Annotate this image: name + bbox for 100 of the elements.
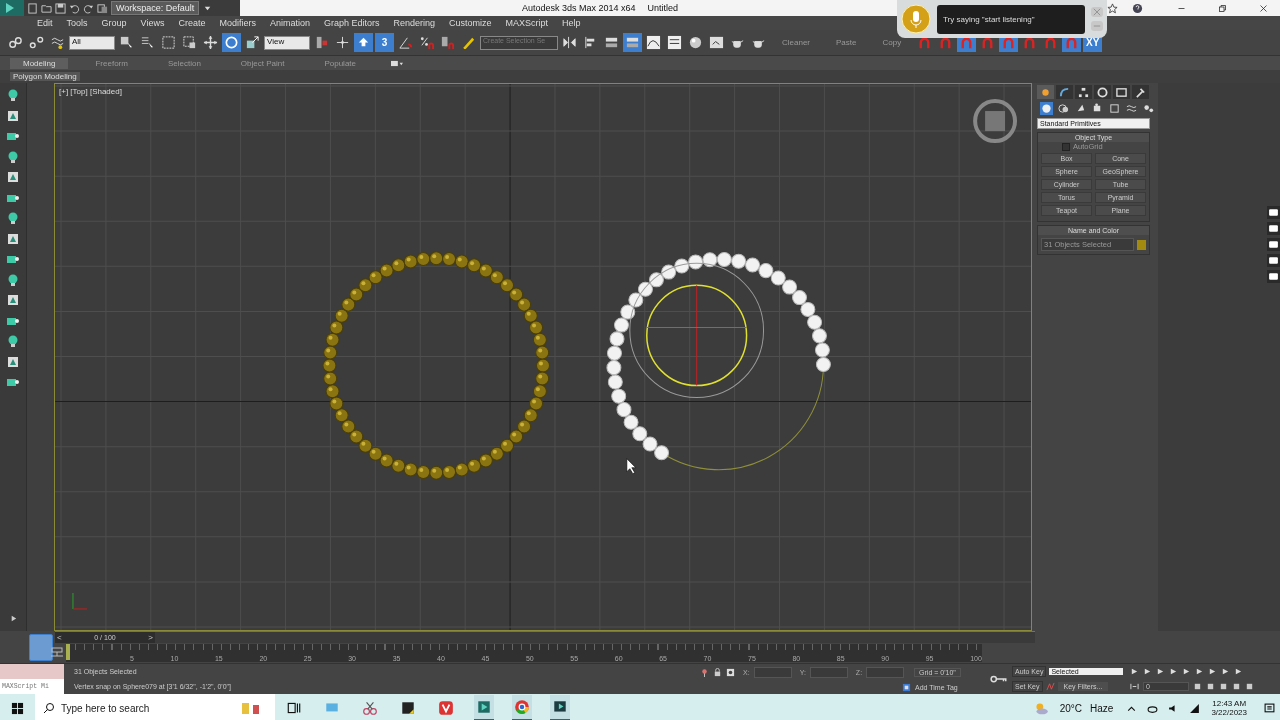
undo-icon[interactable] (69, 2, 80, 14)
restore-icon[interactable] (1218, 3, 1227, 13)
menu-item[interactable]: Create (178, 18, 206, 28)
menu-item[interactable]: Help (562, 18, 581, 28)
percent-snap-icon (419, 35, 434, 50)
next-frame-arrow[interactable]: > (148, 633, 153, 642)
rotate-gizmo-drawing[interactable] (629, 262, 765, 399)
document-title: Untitled (647, 3, 679, 13)
temperature-label[interactable]: 20°C (1059, 702, 1083, 714)
panel-tab[interactable] (1075, 85, 1092, 99)
gears-icon[interactable] (1142, 102, 1155, 115)
hammer-icon (1135, 86, 1146, 98)
menu-item[interactable]: Customize (449, 18, 492, 28)
pencil-icon (461, 35, 476, 50)
ribbon-tab[interactable]: Modeling (10, 57, 69, 69)
menu-item[interactable]: Graph Editors (323, 18, 380, 28)
monitor-icon (1116, 86, 1127, 98)
autogrid-checkbox[interactable] (1062, 142, 1070, 151)
project-folder-icon[interactable] (97, 2, 108, 14)
curve-icon (1059, 86, 1070, 98)
sphere-arc-drawing[interactable] (606, 251, 831, 471)
close-icon[interactable] (1259, 3, 1268, 13)
panel-tab[interactable] (1056, 85, 1073, 99)
viewport[interactable]: [+] [Top] [Shaded] (54, 83, 1032, 631)
menu-item[interactable]: Rendering (393, 18, 436, 28)
spinner-snap-icon (440, 35, 455, 50)
view-cube-icon[interactable] (973, 99, 1018, 144)
wave-icon[interactable] (1125, 102, 1138, 115)
menu-item[interactable]: Views (140, 18, 165, 28)
schematic-icon (667, 35, 682, 50)
angle-snap-icon (398, 35, 413, 50)
weather-condition-label[interactable]: Haze (1090, 702, 1114, 714)
toolbar-button[interactable] (644, 33, 663, 52)
toolbar-label-button[interactable]: Paste (824, 38, 869, 47)
taskbar-search-field[interactable]: Type here to search (35, 694, 275, 720)
panel-tab[interactable] (1094, 85, 1111, 99)
clock-date[interactable]: 3/22/2023 (1211, 708, 1247, 717)
cursor-icon (119, 35, 134, 50)
folder-icon[interactable] (41, 2, 52, 14)
x-coordinate-field[interactable] (753, 666, 792, 678)
ribbon-panel-label[interactable]: Polygon Modeling (10, 72, 80, 81)
previous-frame-arrow[interactable]: < (57, 633, 62, 642)
workspace-dropdown[interactable]: Workspace: Default (111, 1, 199, 15)
app-icon[interactable] (474, 695, 494, 720)
snap-toggle[interactable]: 3 (375, 33, 394, 52)
wifi-icon[interactable] (1189, 702, 1201, 714)
redo-icon[interactable] (83, 2, 94, 14)
move-arrows-icon (203, 35, 218, 50)
maxscript-output-field[interactable] (0, 664, 64, 679)
panel-tab[interactable] (1132, 85, 1149, 99)
color-swatch[interactable] (1137, 239, 1146, 250)
toolbar-button[interactable] (665, 33, 684, 52)
toolbar-button[interactable] (201, 33, 220, 52)
render-frame-icon (709, 35, 724, 50)
dashed-square-icon (161, 35, 176, 50)
chrome-icon[interactable] (512, 695, 532, 720)
toolbar-label-button[interactable]: Cleaner (770, 38, 822, 47)
mouse-cursor-icon (626, 458, 637, 474)
menu-item[interactable]: Animation (269, 18, 310, 28)
menu-item[interactable]: MAXScript (505, 18, 549, 28)
z-coordinate-field[interactable] (866, 666, 905, 678)
curve-editor-icon[interactable] (50, 647, 64, 659)
list-cursor-icon (140, 35, 155, 50)
dropdown-caret-icon[interactable] (391, 59, 403, 67)
y-coordinate-field[interactable] (809, 666, 848, 678)
transform-mode-icon[interactable] (726, 667, 735, 677)
app-logo-icon[interactable] (0, 0, 24, 16)
sphere-ring-drawing[interactable] (322, 251, 550, 480)
lock-icon[interactable] (713, 667, 722, 677)
menu-item[interactable]: Modifiers (219, 18, 256, 28)
menu-item[interactable]: Edit (37, 18, 53, 28)
key-mode-icon[interactable] (1130, 682, 1139, 691)
pin-icon[interactable] (700, 667, 709, 677)
help-icon[interactable] (1132, 2, 1143, 14)
pivot-icon (314, 35, 329, 50)
viewport-label[interactable]: [+] [Top] [Shaded] (59, 87, 122, 96)
notification-icon[interactable] (1264, 702, 1275, 714)
disc-icon (1097, 86, 1108, 98)
menu-item[interactable]: Group (101, 18, 127, 28)
menu-item[interactable]: Tools (66, 18, 88, 28)
save-icon[interactable] (55, 2, 66, 14)
new-file-icon[interactable] (27, 2, 38, 14)
layers-icon (604, 35, 619, 50)
helper-icon[interactable] (1108, 102, 1121, 115)
clock-time[interactable]: 12:43 AM (1212, 699, 1247, 708)
panel-tab[interactable] (1113, 85, 1130, 99)
windows-start-icon[interactable] (11, 701, 24, 715)
toolbar-dropdown[interactable]: View (264, 35, 310, 50)
key-icon[interactable] (990, 675, 1008, 683)
mirror-icon (562, 35, 577, 50)
toolbar-dropdown[interactable]: All (69, 35, 115, 50)
dashed-window-icon (182, 35, 197, 50)
screen-recorder-icon[interactable] (550, 695, 570, 720)
star-icon[interactable] (1107, 2, 1118, 14)
time-tag-icon[interactable] (902, 682, 911, 692)
chain-icon (8, 35, 23, 50)
shapes-icon[interactable] (1057, 102, 1070, 115)
hierarchy-icon (1078, 86, 1089, 98)
toolbar-label-button[interactable]: Copy (870, 38, 914, 47)
axis-tripod-icon (72, 592, 88, 610)
